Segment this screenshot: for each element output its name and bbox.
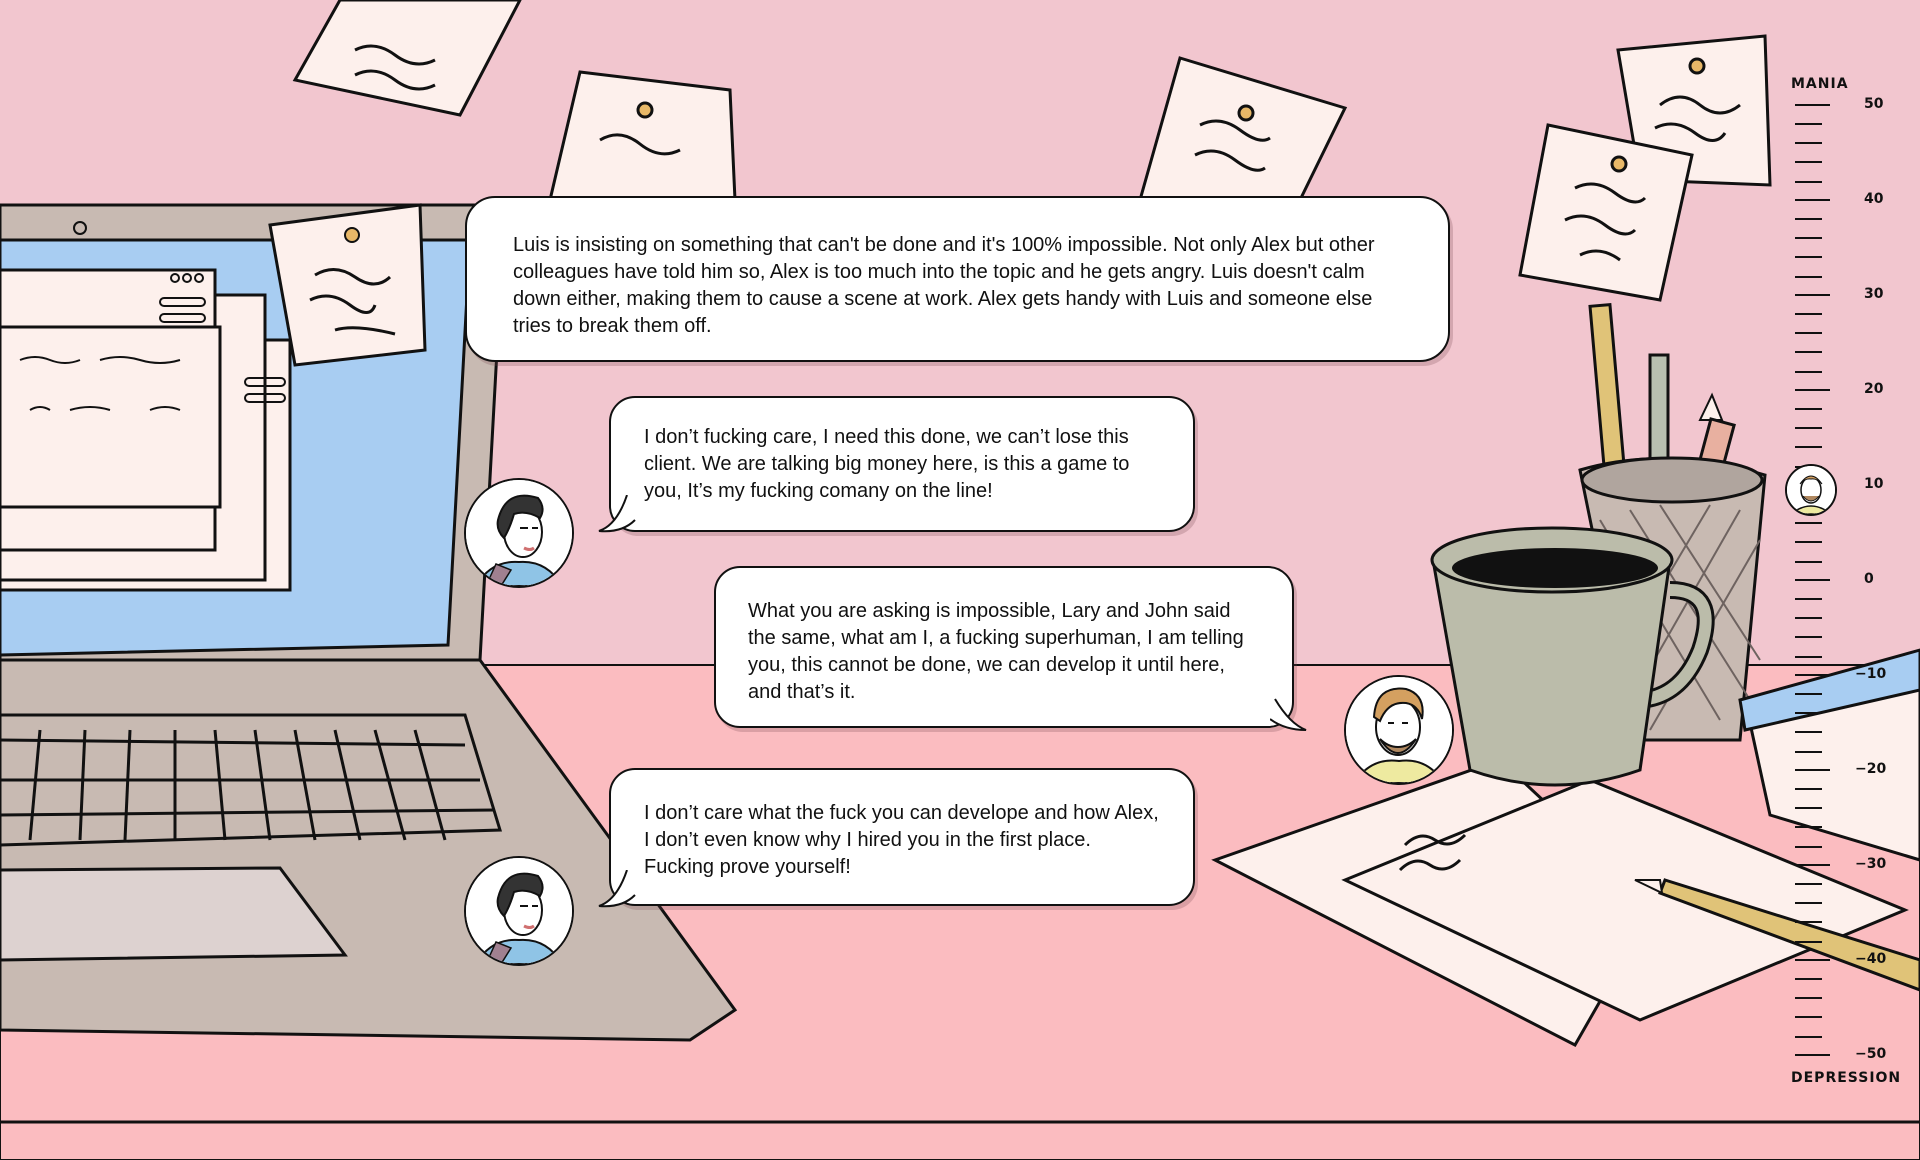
mood-marker-avatar (1785, 464, 1837, 516)
luis-avatar (464, 478, 574, 588)
bubble-tail (598, 870, 636, 908)
message-bubble-luis-2: I don’t care what the fuck you can devel… (609, 768, 1195, 906)
tick-label: −20 (1855, 761, 1887, 777)
message-text: I don’t fucking care, I need this done, … (644, 426, 1130, 502)
depression-label: DEPRESSION (1791, 1070, 1902, 1086)
alex-avatar (1344, 675, 1454, 785)
narration-bubble: Luis is insisting on something that can'… (465, 196, 1450, 362)
bubble-tail (1270, 698, 1307, 731)
tick-label: 30 (1864, 286, 1884, 302)
message-text: I don’t care what the fuck you can devel… (644, 802, 1159, 878)
tick-label: −40 (1855, 951, 1887, 967)
message-text: What you are asking is impossible, Lary … (748, 600, 1244, 703)
tick-label: −50 (1855, 1046, 1887, 1062)
tick-label: −10 (1855, 666, 1887, 682)
mania-label: MANIA (1791, 76, 1849, 92)
luis-avatar (464, 856, 574, 966)
tick-label: 10 (1864, 476, 1884, 492)
message-bubble-alex-1: What you are asking is impossible, Lary … (714, 566, 1294, 728)
mood-scale-ruler (1795, 104, 1830, 1056)
message-bubble-luis-1: I don’t fucking care, I need this done, … (609, 396, 1195, 532)
bubble-tail (598, 495, 636, 533)
tick-label: 50 (1864, 96, 1884, 112)
tick-label: 40 (1864, 191, 1884, 207)
tick-label: 0 (1864, 571, 1874, 587)
tick-label: 20 (1864, 381, 1884, 397)
narration-text: Luis is insisting on something that can'… (513, 234, 1375, 337)
tick-label: −30 (1855, 856, 1887, 872)
